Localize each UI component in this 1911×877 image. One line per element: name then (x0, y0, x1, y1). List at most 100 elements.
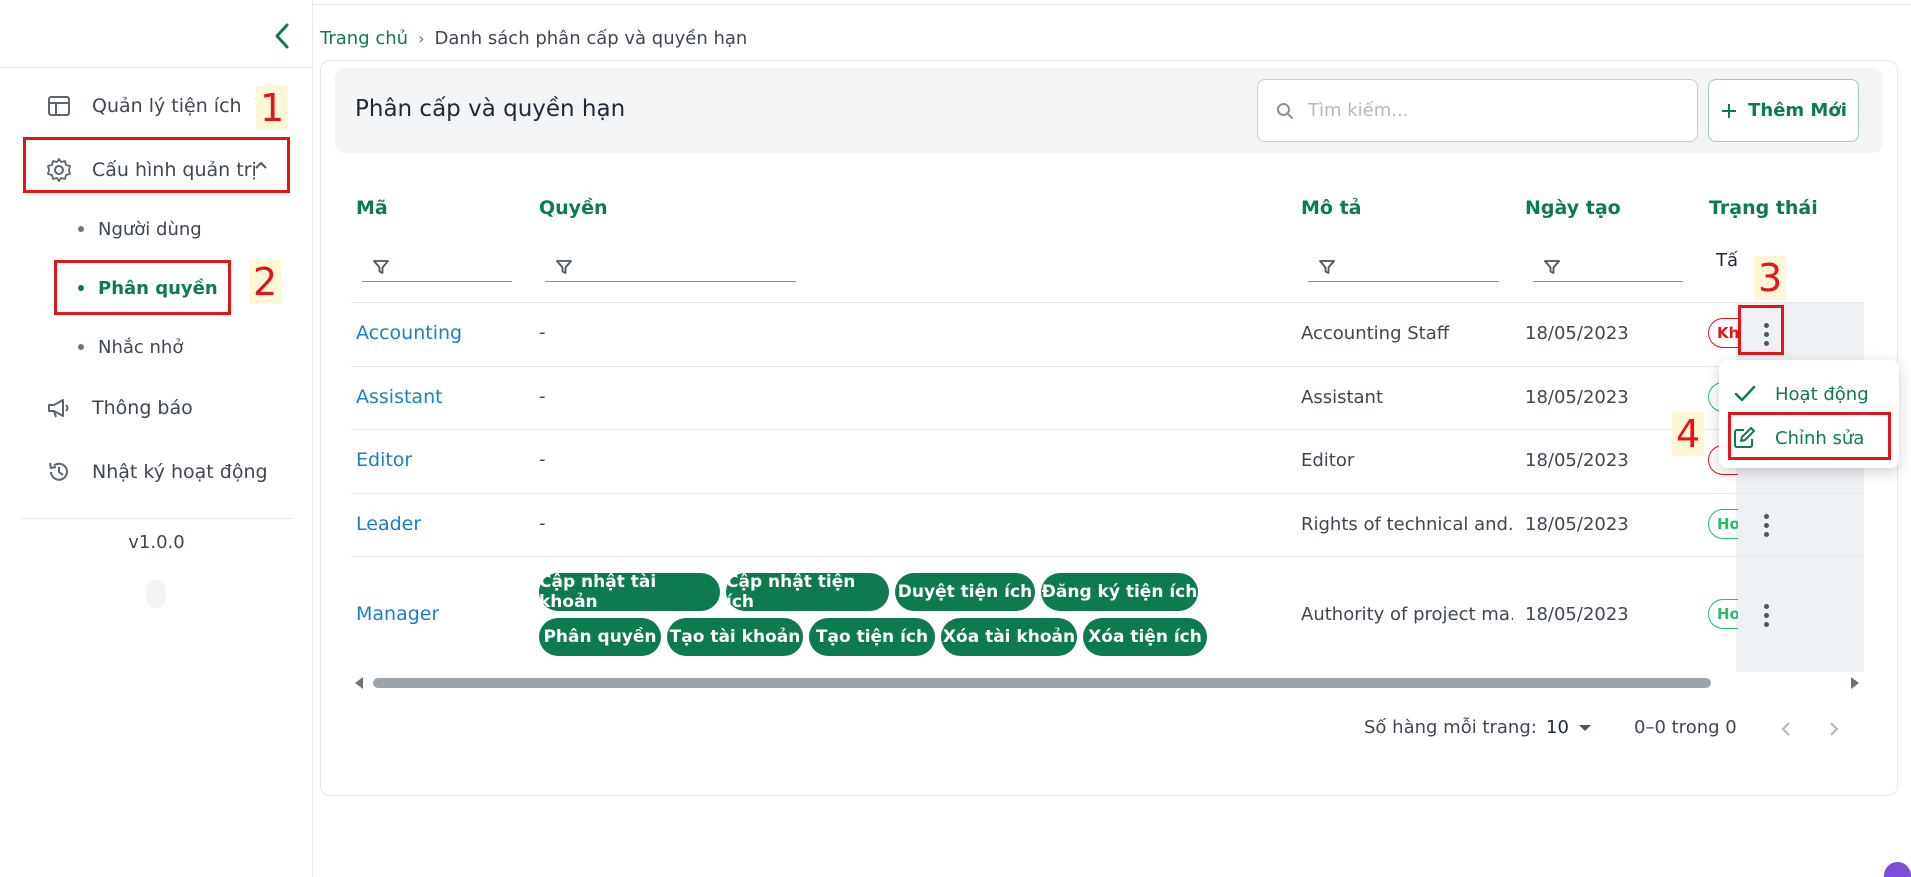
menu-item-activate[interactable]: Hoạt động (1733, 376, 1869, 412)
kebab-dot (1763, 612, 1769, 618)
sidebar-item-notifications[interactable]: Thông báo (46, 388, 193, 428)
kebab-dot (1763, 340, 1769, 346)
filter-icon (556, 259, 572, 274)
row-rights: - (539, 449, 546, 470)
filter-icon (1544, 259, 1560, 274)
row-actions-button[interactable] (1751, 508, 1781, 542)
rows-per-page-select[interactable]: 10 (1546, 717, 1591, 738)
sidebar-item-admin-config[interactable]: Cấu hình quản trị (46, 150, 267, 190)
row-code-link[interactable]: Assistant (356, 386, 443, 408)
breadcrumb-home-link[interactable]: Trang chủ (320, 28, 408, 49)
page-title: Phân cấp và quyền hạn (355, 96, 626, 122)
sidebar-item-utility-management[interactable]: Quản lý tiện ích (46, 86, 267, 126)
filter-status-select[interactable]: Tấ (1716, 250, 1738, 271)
kebab-dot (1763, 522, 1769, 528)
table-layout-icon (46, 93, 72, 119)
sidebar-collapse-button[interactable] (268, 20, 296, 52)
sidebar-item-label: Thông báo (92, 397, 193, 419)
breadcrumb-separator: › (418, 29, 425, 48)
next-page-button[interactable] (1822, 716, 1846, 742)
sidebar-subitem-label: Nhắc nhở (98, 336, 184, 358)
column-header-description[interactable]: Mô tả (1301, 197, 1361, 219)
chevron-left-icon (1781, 722, 1790, 736)
permission-chip: Phân quyền (539, 618, 661, 656)
permission-chip: Duyệt tiện ích (895, 573, 1035, 611)
sidebar-item-activity-log[interactable]: Nhật ký hoạt động (46, 452, 268, 492)
permission-chip: Đăng ký tiện ích (1041, 573, 1198, 611)
sidebar-subitem-users[interactable]: Người dùng (78, 211, 202, 247)
edit-icon (1734, 427, 1755, 448)
kebab-dot (1763, 513, 1769, 519)
sidebar-subitem-permissions[interactable]: Phân quyền (78, 270, 218, 306)
row-rights: - (539, 386, 546, 407)
scroll-left-arrow[interactable] (355, 677, 363, 689)
row-date: 18/05/2023 (1525, 387, 1629, 408)
kebab-dot (1763, 603, 1769, 609)
row-code-link[interactable]: Leader (356, 513, 421, 535)
corner-widget-icon[interactable] (1884, 862, 1911, 877)
kebab-dot (1763, 531, 1769, 537)
row-description: Authority of project ma... (1301, 604, 1513, 625)
kebab-dot (1763, 322, 1769, 328)
annotation-number-3: 3 (1754, 256, 1787, 300)
row-divider (351, 493, 1863, 494)
kebab-dot (1763, 331, 1769, 337)
permission-chip: Tạo tiện ích (809, 618, 935, 656)
sidebar-subitem-label: Phân quyền (98, 277, 218, 299)
annotation-number-2: 2 (249, 260, 282, 304)
status-badge: Ho (1708, 599, 1738, 629)
row-divider (351, 556, 1863, 557)
row-date: 18/05/2023 (1525, 323, 1629, 344)
menu-item-edit[interactable]: Chỉnh sửa (1733, 420, 1864, 456)
sidebar-item-label: Nhật ký hoạt động (92, 461, 268, 483)
kebab-dot (1763, 621, 1769, 627)
pagination-range: 0–0 trong 0 (1634, 717, 1737, 738)
row-divider (351, 366, 1863, 367)
search-box[interactable] (1257, 79, 1698, 142)
check-icon (1734, 385, 1756, 402)
add-new-label: Thêm Mới (1748, 100, 1847, 121)
filter-icon (1319, 259, 1335, 274)
permission-chip: Xóa tiện ích (1083, 618, 1207, 656)
scroll-thumb[interactable] (373, 678, 1711, 688)
row-description: Assistant (1301, 387, 1384, 408)
permission-chip: Cập nhật tiện ích (726, 572, 889, 612)
search-icon (1277, 102, 1293, 119)
horizontal-scrollbar[interactable] (351, 674, 1863, 692)
caret-down-icon (1578, 724, 1591, 731)
scroll-right-arrow[interactable] (1851, 677, 1859, 689)
bullet-icon (78, 226, 84, 232)
column-header-rights[interactable]: Quyền (539, 197, 607, 219)
row-actions-button[interactable] (1751, 598, 1781, 632)
search-input[interactable] (1308, 100, 1668, 121)
row-code-link[interactable]: Editor (356, 449, 412, 471)
top-bar (313, 0, 1911, 5)
decorative-blob (146, 580, 166, 608)
annotation-number-4: 4 (1672, 412, 1705, 456)
add-new-button[interactable]: Thêm Mới (1708, 79, 1859, 142)
row-divider (351, 302, 1863, 303)
column-header-code[interactable]: Mã (356, 197, 388, 219)
filter-code[interactable] (362, 252, 512, 282)
column-header-status[interactable]: Trạng thái (1709, 197, 1818, 219)
row-code-link[interactable]: Manager (356, 603, 439, 625)
column-header-created-date[interactable]: Ngày tạo (1525, 197, 1621, 219)
previous-page-button[interactable] (1774, 716, 1798, 742)
sidebar-subitem-reminders[interactable]: Nhắc nhở (78, 329, 183, 365)
rows-per-page-label: Số hàng mỗi trang: (1364, 717, 1537, 738)
bullet-icon (78, 344, 84, 350)
permission-chip: Cập nhật tài khoản (539, 572, 720, 612)
sidebar-item-label: Cấu hình quản trị (92, 159, 257, 181)
plus-icon (1722, 103, 1737, 118)
history-icon (46, 459, 72, 485)
row-rights: - (539, 322, 546, 343)
row-description: Rights of technical and... (1301, 514, 1513, 535)
filter-rights[interactable] (545, 252, 796, 282)
sidebar-divider (0, 67, 313, 68)
filter-description[interactable] (1308, 252, 1499, 282)
row-actions-button[interactable] (1751, 317, 1781, 351)
filter-created-date[interactable] (1533, 252, 1683, 282)
row-code-link[interactable]: Accounting (356, 322, 462, 344)
chevron-right-icon (1830, 722, 1839, 736)
status-badge: Kh (1708, 318, 1738, 348)
